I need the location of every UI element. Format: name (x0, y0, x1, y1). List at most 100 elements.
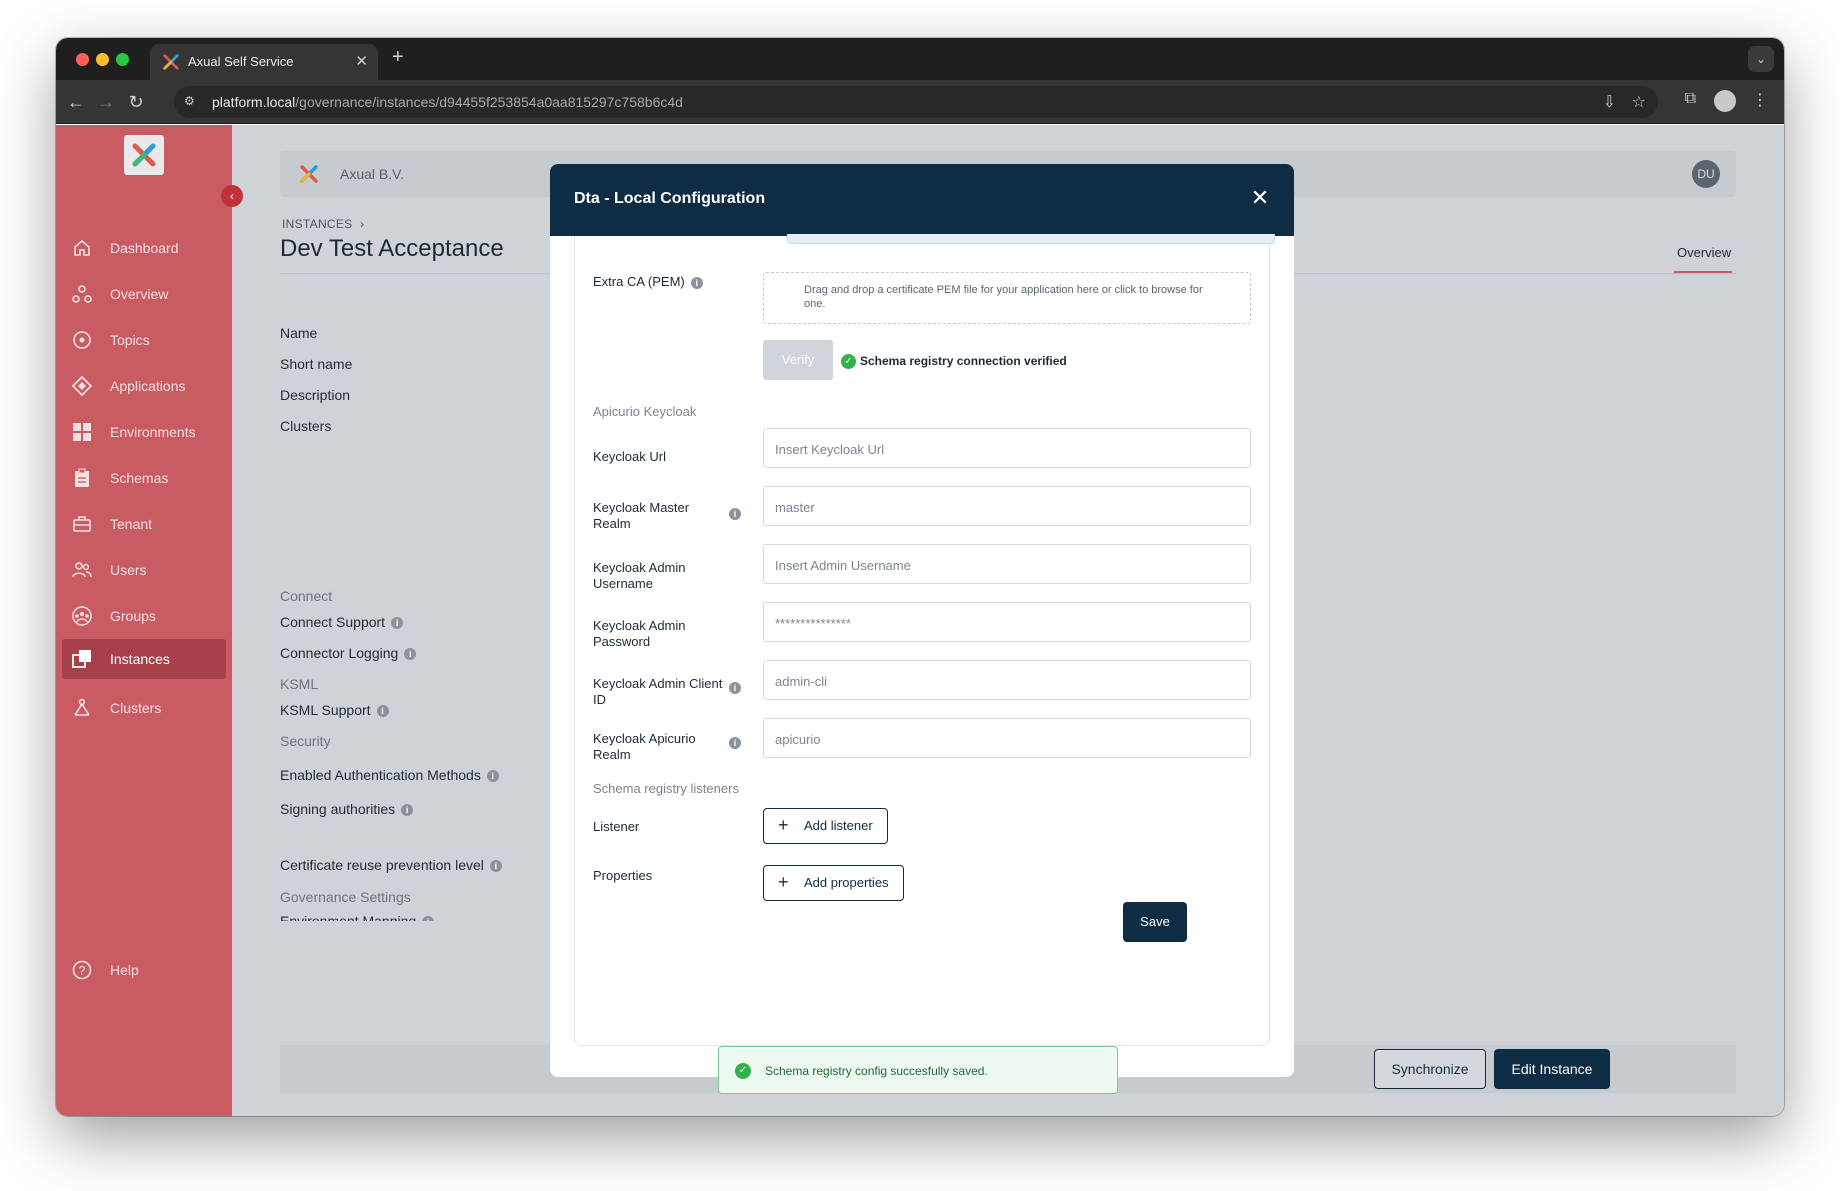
admin-client-id-input[interactable]: admin-cli (763, 660, 1251, 700)
field-label-connector-logging: Connector Logging i (280, 645, 417, 661)
install-app-icon[interactable]: ⇩ (1603, 92, 1616, 112)
verified-status: ✓ Schema registry connection verified (841, 354, 1067, 370)
minimize-window-button[interactable] (96, 53, 109, 66)
add-properties-button[interactable]: + Add properties (763, 865, 904, 901)
home-icon (74, 239, 90, 256)
browser-window: Axual Self Service ✕ + ⌄ ← → ↻ ⚙ platfor… (56, 38, 1784, 1116)
apicurio-realm-input[interactable]: apicurio (763, 718, 1251, 758)
browser-toolbar: ← → ↻ ⚙ platform.local/governance/instan… (56, 80, 1784, 124)
clusters-icon (74, 698, 90, 716)
label-admin-password: Keycloak Admin Password (593, 618, 686, 649)
sidebar-item-label: Instances (110, 651, 170, 667)
sidebar-item-users[interactable]: Users (62, 547, 226, 593)
sidebar-item-topics[interactable]: Topics (62, 317, 226, 363)
clipped-row: Environment Mappingi (280, 913, 580, 921)
users-icon (72, 562, 92, 578)
info-icon[interactable]: i (729, 737, 741, 749)
check-circle-icon: ✓ (841, 354, 856, 370)
sidebar-item-label: Help (110, 962, 139, 978)
admin-username-input[interactable]: Insert Admin Username (763, 544, 1251, 584)
section-governance: Governance Settings (280, 889, 411, 905)
field-label-signing-authorities: Signing authorities i (280, 801, 414, 817)
info-icon[interactable]: i (690, 276, 703, 289)
field-label-connect-support: Connect Support i (280, 614, 404, 630)
field-label-env-mapping: Environment Mappingi (280, 913, 435, 921)
diamond-icon (72, 376, 92, 396)
help-icon: ? (72, 960, 92, 980)
sidebar-item-environments[interactable]: Environments (62, 409, 226, 455)
user-avatar[interactable]: DU (1692, 160, 1720, 188)
section-registry-listeners: Schema registry listeners (593, 781, 739, 796)
axual-logo[interactable] (124, 135, 164, 175)
forward-arrow-icon[interactable]: → (94, 90, 118, 114)
label-extra-ca: Extra CA (PEM) i (593, 274, 703, 290)
info-icon[interactable]: i (422, 916, 435, 921)
reload-icon[interactable]: ↻ (124, 90, 148, 114)
admin-password-input[interactable]: *************** (763, 602, 1251, 642)
info-icon[interactable]: i (486, 770, 499, 783)
section-security: Security (280, 733, 331, 749)
extensions-icon[interactable]: ⧉ (1685, 90, 1696, 108)
address-bar[interactable]: ⚙ platform.local/governance/instances/d9… (174, 86, 1658, 118)
bookmark-star-icon[interactable]: ☆ (1632, 92, 1646, 112)
sidebar-item-dashboard[interactable]: Dashboard (62, 225, 226, 271)
modal-header: Dta - Local Configuration ✕ (550, 164, 1294, 236)
breadcrumb-instances[interactable]: INSTANCES (282, 217, 353, 231)
svg-text:?: ? (79, 964, 86, 978)
add-listener-button[interactable]: + Add listener (763, 808, 888, 844)
keycloak-url-input[interactable]: Insert Keycloak Url (763, 428, 1251, 468)
sidebar-item-clusters[interactable]: Clusters (62, 685, 226, 731)
section-connect: Connect (280, 588, 333, 604)
kebab-menu-icon[interactable]: ⋮ (1752, 90, 1768, 110)
close-icon[interactable]: ✕ (1246, 184, 1274, 212)
close-window-button[interactable] (76, 53, 89, 66)
sidebar-item-tenant[interactable]: Tenant (62, 501, 226, 547)
info-icon[interactable]: i (489, 860, 502, 873)
label-listener: Listener (593, 819, 640, 834)
info-icon[interactable]: i (401, 804, 414, 817)
sidebar-item-schemas[interactable]: Schemas (62, 455, 226, 501)
info-icon[interactable]: i (404, 648, 417, 661)
new-tab-button[interactable]: + (392, 46, 404, 69)
field-label-short-name: Short name (280, 356, 353, 372)
success-toast: ✓ Schema registry config succesfully sav… (718, 1046, 1118, 1094)
pem-dropzone[interactable]: Drag and drop a certificate PEM file for… (763, 272, 1251, 324)
grid-icon (73, 423, 91, 441)
axual-favicon-icon (163, 54, 179, 70)
info-icon[interactable]: i (376, 705, 389, 718)
section-apicurio-keycloak: Apicurio Keycloak (593, 404, 697, 419)
check-circle-icon: ✓ (735, 1063, 751, 1079)
maximize-window-button[interactable] (116, 53, 129, 66)
back-arrow-icon[interactable]: ← (64, 90, 88, 114)
sidebar-item-help[interactable]: ? Help (62, 947, 226, 993)
tab-search-chevron-icon[interactable]: ⌄ (1748, 46, 1774, 72)
collapse-sidebar-icon[interactable]: ‹ (221, 185, 243, 207)
breadcrumb: INSTANCES › (282, 217, 364, 231)
sidebar-item-label: Topics (110, 332, 150, 348)
label-apicurio-realm: Keycloak Apicurio Realm (593, 731, 696, 762)
site-settings-icon[interactable]: ⚙ (184, 94, 202, 110)
browser-tab[interactable]: Axual Self Service ✕ (150, 44, 378, 80)
label-admin-client-id: Keycloak Admin Client ID (593, 676, 723, 707)
field-label-description: Description (280, 387, 351, 403)
sidebar-item-groups[interactable]: Groups (62, 593, 226, 639)
tab-close-icon[interactable]: ✕ (355, 52, 368, 70)
info-icon[interactable]: i (391, 617, 404, 630)
axual-logo-icon (132, 143, 156, 167)
sidebar-item-instances[interactable]: Instances (62, 639, 226, 679)
profile-avatar-icon[interactable] (1714, 90, 1736, 112)
sidebar-item-applications[interactable]: Applications (62, 363, 226, 409)
verify-button[interactable]: Verify (763, 340, 833, 380)
edit-instance-button[interactable]: Edit Instance (1494, 1049, 1610, 1089)
scrolled-input-edge (787, 234, 1275, 244)
save-button[interactable]: Save (1123, 902, 1187, 942)
url-text[interactable]: platform.local/governance/instances/d944… (212, 94, 683, 110)
synchronize-button[interactable]: Synchronize (1374, 1049, 1486, 1089)
info-icon[interactable]: i (729, 508, 741, 520)
sidebar-item-overview[interactable]: Overview (62, 271, 226, 317)
master-realm-input[interactable]: master (763, 486, 1251, 526)
info-icon[interactable]: i (729, 682, 741, 694)
clipboard-icon (75, 468, 89, 487)
tab-overview[interactable]: Overview (1677, 245, 1731, 260)
sidebar-item-label: Applications (110, 378, 186, 394)
